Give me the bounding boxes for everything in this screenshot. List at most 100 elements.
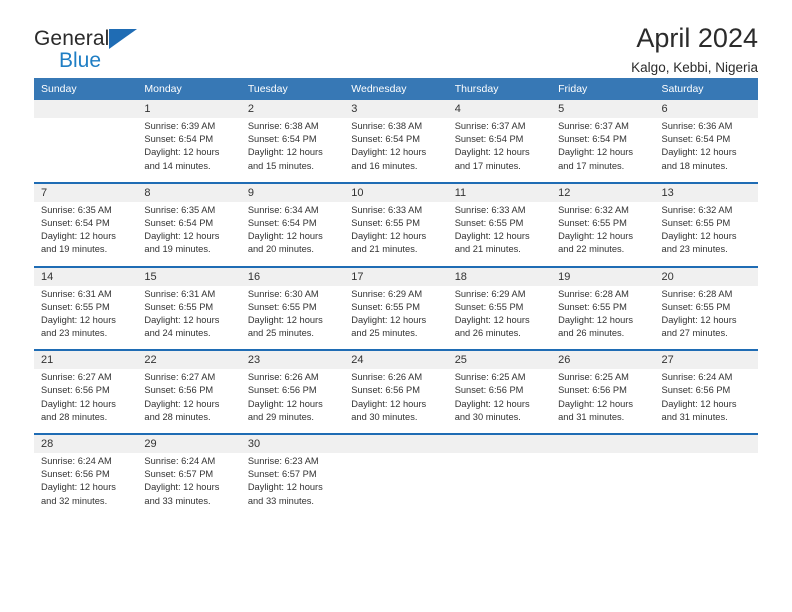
day-daylight-line1-text: Daylight: 12 hours	[351, 147, 427, 158]
day-number-20[interactable]: 20	[654, 267, 758, 286]
day-sunrise-text: Sunrise: 6:23 AM	[247, 456, 319, 466]
day-sunrise-text: Sunrise: 6:30 AM	[247, 288, 319, 299]
day-cell-5[interactable]: Sunrise: 6:37 AM Sunset: 6:54 PM Daylight:…	[551, 118, 655, 182]
day-number-22[interactable]: 22	[137, 351, 241, 370]
day-number-7[interactable]: 7	[34, 183, 138, 202]
day-cell-26[interactable]: Sunrise: 6:25 AM Sunset: 6:56 PM Daylight:…	[551, 369, 655, 433]
day-cell-19[interactable]: Sunrise: 6:28 AM Sunset: 6:55 PM Daylight:…	[551, 285, 655, 350]
day-cell-8[interactable]: Sunrise: 6:35 AM Sunset: 6:54 PM Daylight:…	[137, 201, 241, 266]
day-daylight-line2-text: and 26 minutes.	[454, 328, 521, 339]
day-number-28[interactable]: 28	[34, 435, 138, 453]
day-sunset-text: Sunset: 6:56 PM	[558, 385, 627, 396]
day-cell-24[interactable]: Sunrise: 6:26 AM Sunset: 6:56 PM Daylight:…	[344, 369, 448, 433]
day-cell-29[interactable]: Sunrise: 6:24 AM Sunset: 6:57 PM Daylight:…	[137, 453, 241, 517]
day-number-15[interactable]: 15	[137, 267, 241, 286]
day-number-14[interactable]: 14	[34, 267, 138, 286]
day-cell-25[interactable]: Sunrise: 6:25 AM Sunset: 6:56 PM Daylight:…	[447, 369, 552, 433]
day-daylight-line1-text: Daylight: 12 hours	[247, 482, 323, 493]
day-cell-4[interactable]: Sunrise: 6:37 AM Sunset: 6:54 PM Daylight:…	[447, 118, 552, 182]
day-info-row: Sunrise: 6:35 AM Sunset: 6:54 PM Daylight:…	[34, 201, 758, 266]
day-daylight-line1-text: Daylight: 12 hours	[41, 314, 116, 325]
day-daylight-line1-text: Daylight: 12 hours	[454, 314, 530, 325]
day-sunset-text: Sunset: 6:55 PM	[661, 217, 731, 228]
day-number-row: 28 29 30	[34, 435, 758, 453]
day-cell-16[interactable]: Sunrise: 6:30 AM Sunset: 6:55 PM Daylight:…	[240, 285, 345, 350]
day-sunset-text: Sunset: 6:54 PM	[558, 134, 627, 145]
day-number-13[interactable]: 13	[654, 183, 758, 202]
day-cell-3[interactable]: Sunrise: 6:38 AM Sunset: 6:54 PM Daylight:…	[344, 118, 448, 182]
day-sunrise-text: Sunrise: 6:39 AM	[144, 121, 216, 131]
day-cell-15[interactable]: Sunrise: 6:31 AM Sunset: 6:55 PM Daylight:…	[137, 285, 241, 350]
day-number-11[interactable]: 11	[447, 183, 552, 202]
day-daylight-line2-text: and 17 minutes.	[454, 160, 521, 171]
day-sunset-text: Sunset: 6:54 PM	[144, 134, 214, 145]
day-cell-12[interactable]: Sunrise: 6:32 AM Sunset: 6:55 PM Daylight:…	[551, 201, 655, 266]
day-cell-10[interactable]: Sunrise: 6:33 AM Sunset: 6:55 PM Daylight:…	[344, 201, 448, 266]
day-daylight-line2-text: and 19 minutes.	[41, 244, 108, 255]
day-cell-28[interactable]: Sunrise: 6:24 AM Sunset: 6:56 PM Daylight:…	[34, 453, 138, 517]
day-daylight-line2-text: and 28 minutes.	[41, 411, 108, 422]
day-number-8[interactable]: 8	[137, 183, 241, 202]
day-sunset-text: Sunset: 6:54 PM	[247, 134, 317, 145]
day-sunset-text: Sunset: 6:54 PM	[144, 217, 214, 228]
day-number-2[interactable]: 2	[240, 100, 345, 118]
day-number-empty	[551, 435, 655, 453]
day-number-26[interactable]: 26	[551, 351, 655, 370]
day-sunset-text: Sunset: 6:56 PM	[144, 385, 214, 396]
day-daylight-line1-text: Daylight: 12 hours	[41, 398, 116, 409]
day-daylight-line2-text: and 25 minutes.	[351, 328, 418, 339]
day-number-10[interactable]: 10	[344, 183, 448, 202]
day-number-29[interactable]: 29	[137, 435, 241, 453]
day-cell-13[interactable]: Sunrise: 6:32 AM Sunset: 6:55 PM Daylight:…	[654, 201, 758, 266]
day-number-16[interactable]: 16	[240, 267, 345, 286]
page-title: April 2024	[636, 23, 758, 53]
day-cell-27[interactable]: Sunrise: 6:24 AM Sunset: 6:56 PM Daylight:…	[654, 369, 758, 433]
day-cell-30[interactable]: Sunrise: 6:23 AM Sunset: 6:57 PM Daylight:…	[240, 453, 345, 517]
day-cell-23[interactable]: Sunrise: 6:26 AM Sunset: 6:56 PM Daylight:…	[240, 369, 345, 433]
day-cell-18[interactable]: Sunrise: 6:29 AM Sunset: 6:55 PM Daylight:…	[447, 285, 552, 350]
day-daylight-line1-text: Daylight: 12 hours	[144, 482, 220, 493]
day-sunset-text: Sunset: 6:55 PM	[661, 301, 731, 312]
title-block: April 2024 Kalgo, Kebbi, Nigeria	[631, 23, 758, 76]
day-number-23[interactable]: 23	[240, 351, 345, 370]
day-cell-2[interactable]: Sunrise: 6:38 AM Sunset: 6:54 PM Daylight:…	[240, 118, 345, 182]
day-number-1[interactable]: 1	[137, 100, 241, 118]
day-cell-21[interactable]: Sunrise: 6:27 AM Sunset: 6:56 PM Daylight:…	[34, 369, 138, 433]
day-cell-14[interactable]: Sunrise: 6:31 AM Sunset: 6:55 PM Daylight:…	[34, 285, 138, 350]
day-number-18[interactable]: 18	[447, 267, 552, 286]
day-cell-11[interactable]: Sunrise: 6:33 AM Sunset: 6:55 PM Daylight:…	[447, 201, 552, 266]
day-cell-9[interactable]: Sunrise: 6:34 AM Sunset: 6:54 PM Daylight:…	[240, 201, 345, 266]
day-sunset-text: Sunset: 6:54 PM	[661, 134, 731, 145]
day-daylight-line2-text: and 23 minutes.	[661, 244, 728, 255]
day-sunrise-text: Sunrise: 6:33 AM	[351, 204, 423, 215]
day-number-30[interactable]: 30	[240, 435, 345, 453]
day-sunrise-text: Sunrise: 6:24 AM	[144, 456, 216, 466]
day-sunrise-text: Sunrise: 6:28 AM	[661, 288, 733, 299]
day-number-25[interactable]: 25	[447, 351, 552, 370]
day-number-24[interactable]: 24	[344, 351, 448, 370]
day-number-9[interactable]: 9	[240, 183, 345, 202]
day-number-4[interactable]: 4	[447, 100, 552, 118]
day-sunset-text: Sunset: 6:54 PM	[247, 217, 317, 228]
day-cell-6[interactable]: Sunrise: 6:36 AM Sunset: 6:54 PM Daylight:…	[654, 118, 758, 182]
day-cell-1[interactable]: Sunrise: 6:39 AM Sunset: 6:54 PM Daylight:…	[137, 118, 241, 182]
day-number-6[interactable]: 6	[654, 100, 758, 118]
day-daylight-line2-text: and 30 minutes.	[351, 411, 418, 422]
day-sunset-text: Sunset: 6:56 PM	[661, 385, 731, 396]
day-number-19[interactable]: 19	[551, 267, 655, 286]
day-number-12[interactable]: 12	[551, 183, 655, 202]
weekday-header-wednesday: Wednesday	[344, 78, 448, 100]
day-number-17[interactable]: 17	[344, 267, 448, 286]
day-number-3[interactable]: 3	[344, 100, 448, 118]
day-cell-7[interactable]: Sunrise: 6:35 AM Sunset: 6:54 PM Daylight:…	[34, 201, 138, 266]
day-daylight-line2-text: and 28 minutes.	[144, 411, 211, 422]
weekday-header-row: Sunday Monday Tuesday Wednesday Thursday Frid…	[34, 78, 758, 100]
day-daylight-line1-text: Daylight: 12 hours	[247, 231, 323, 242]
day-number-5[interactable]: 5	[551, 100, 655, 118]
day-cell-17[interactable]: Sunrise: 6:29 AM Sunset: 6:55 PM Daylight:…	[344, 285, 448, 350]
day-number-27[interactable]: 27	[654, 351, 758, 370]
day-number-21[interactable]: 21	[34, 351, 138, 370]
day-daylight-line2-text: and 14 minutes.	[144, 160, 211, 171]
day-cell-20[interactable]: Sunrise: 6:28 AM Sunset: 6:55 PM Daylight:…	[654, 285, 758, 350]
day-cell-22[interactable]: Sunrise: 6:27 AM Sunset: 6:56 PM Daylight:…	[137, 369, 241, 433]
